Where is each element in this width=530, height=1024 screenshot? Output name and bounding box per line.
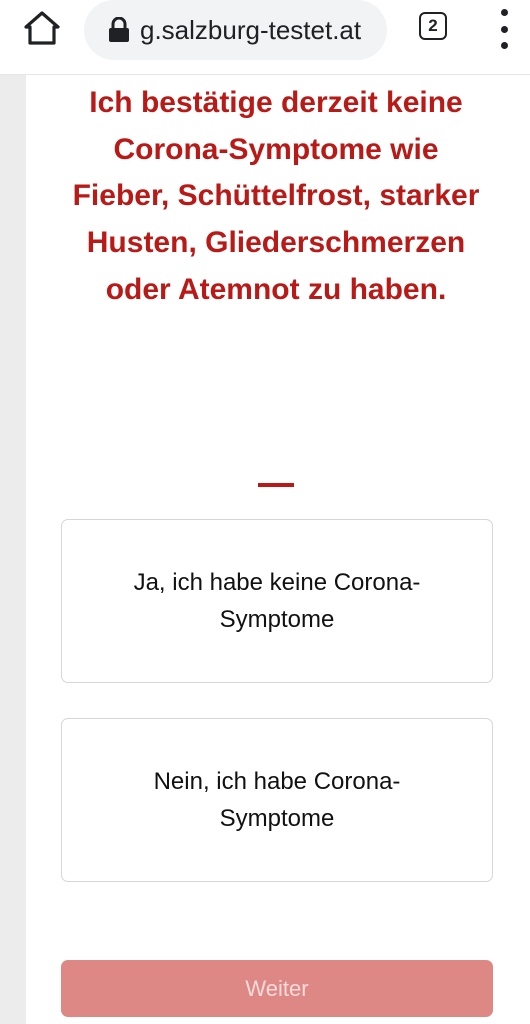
address-bar[interactable]: g.salzburg-testet.at — [84, 0, 387, 60]
option-yes-label: Ja, ich habe keine Corona-Symptome — [133, 569, 421, 633]
home-icon — [24, 11, 60, 45]
tab-count: 2 — [428, 16, 438, 35]
url-text: g.salzburg-testet.at — [140, 14, 362, 45]
question-heading: Ich bestätige derzeit keine Corona-Sympt… — [72, 86, 480, 306]
lock-icon — [109, 17, 129, 42]
page-edge — [0, 75, 26, 1024]
tab-switcher-button[interactable]: 2 — [419, 12, 451, 44]
page-content: Ich bestätige derzeit keine Corona-Sympt… — [26, 75, 530, 1024]
submit-button[interactable]: Weiter — [61, 960, 493, 1017]
browser-toolbar: g.salzburg-testet.at 2 — [0, 0, 530, 75]
heading-divider — [258, 483, 294, 487]
home-button[interactable] — [22, 10, 62, 46]
option-yes-button[interactable]: Ja, ich habe keine Corona-Symptome — [61, 519, 493, 683]
tab-switcher-icon: 2 — [419, 12, 447, 40]
option-no-label: Nein, ich habe Corona-Symptome — [153, 768, 401, 832]
more-vert-icon[interactable] — [494, 9, 514, 49]
option-no-button[interactable]: Nein, ich habe Corona-Symptome — [61, 718, 493, 882]
